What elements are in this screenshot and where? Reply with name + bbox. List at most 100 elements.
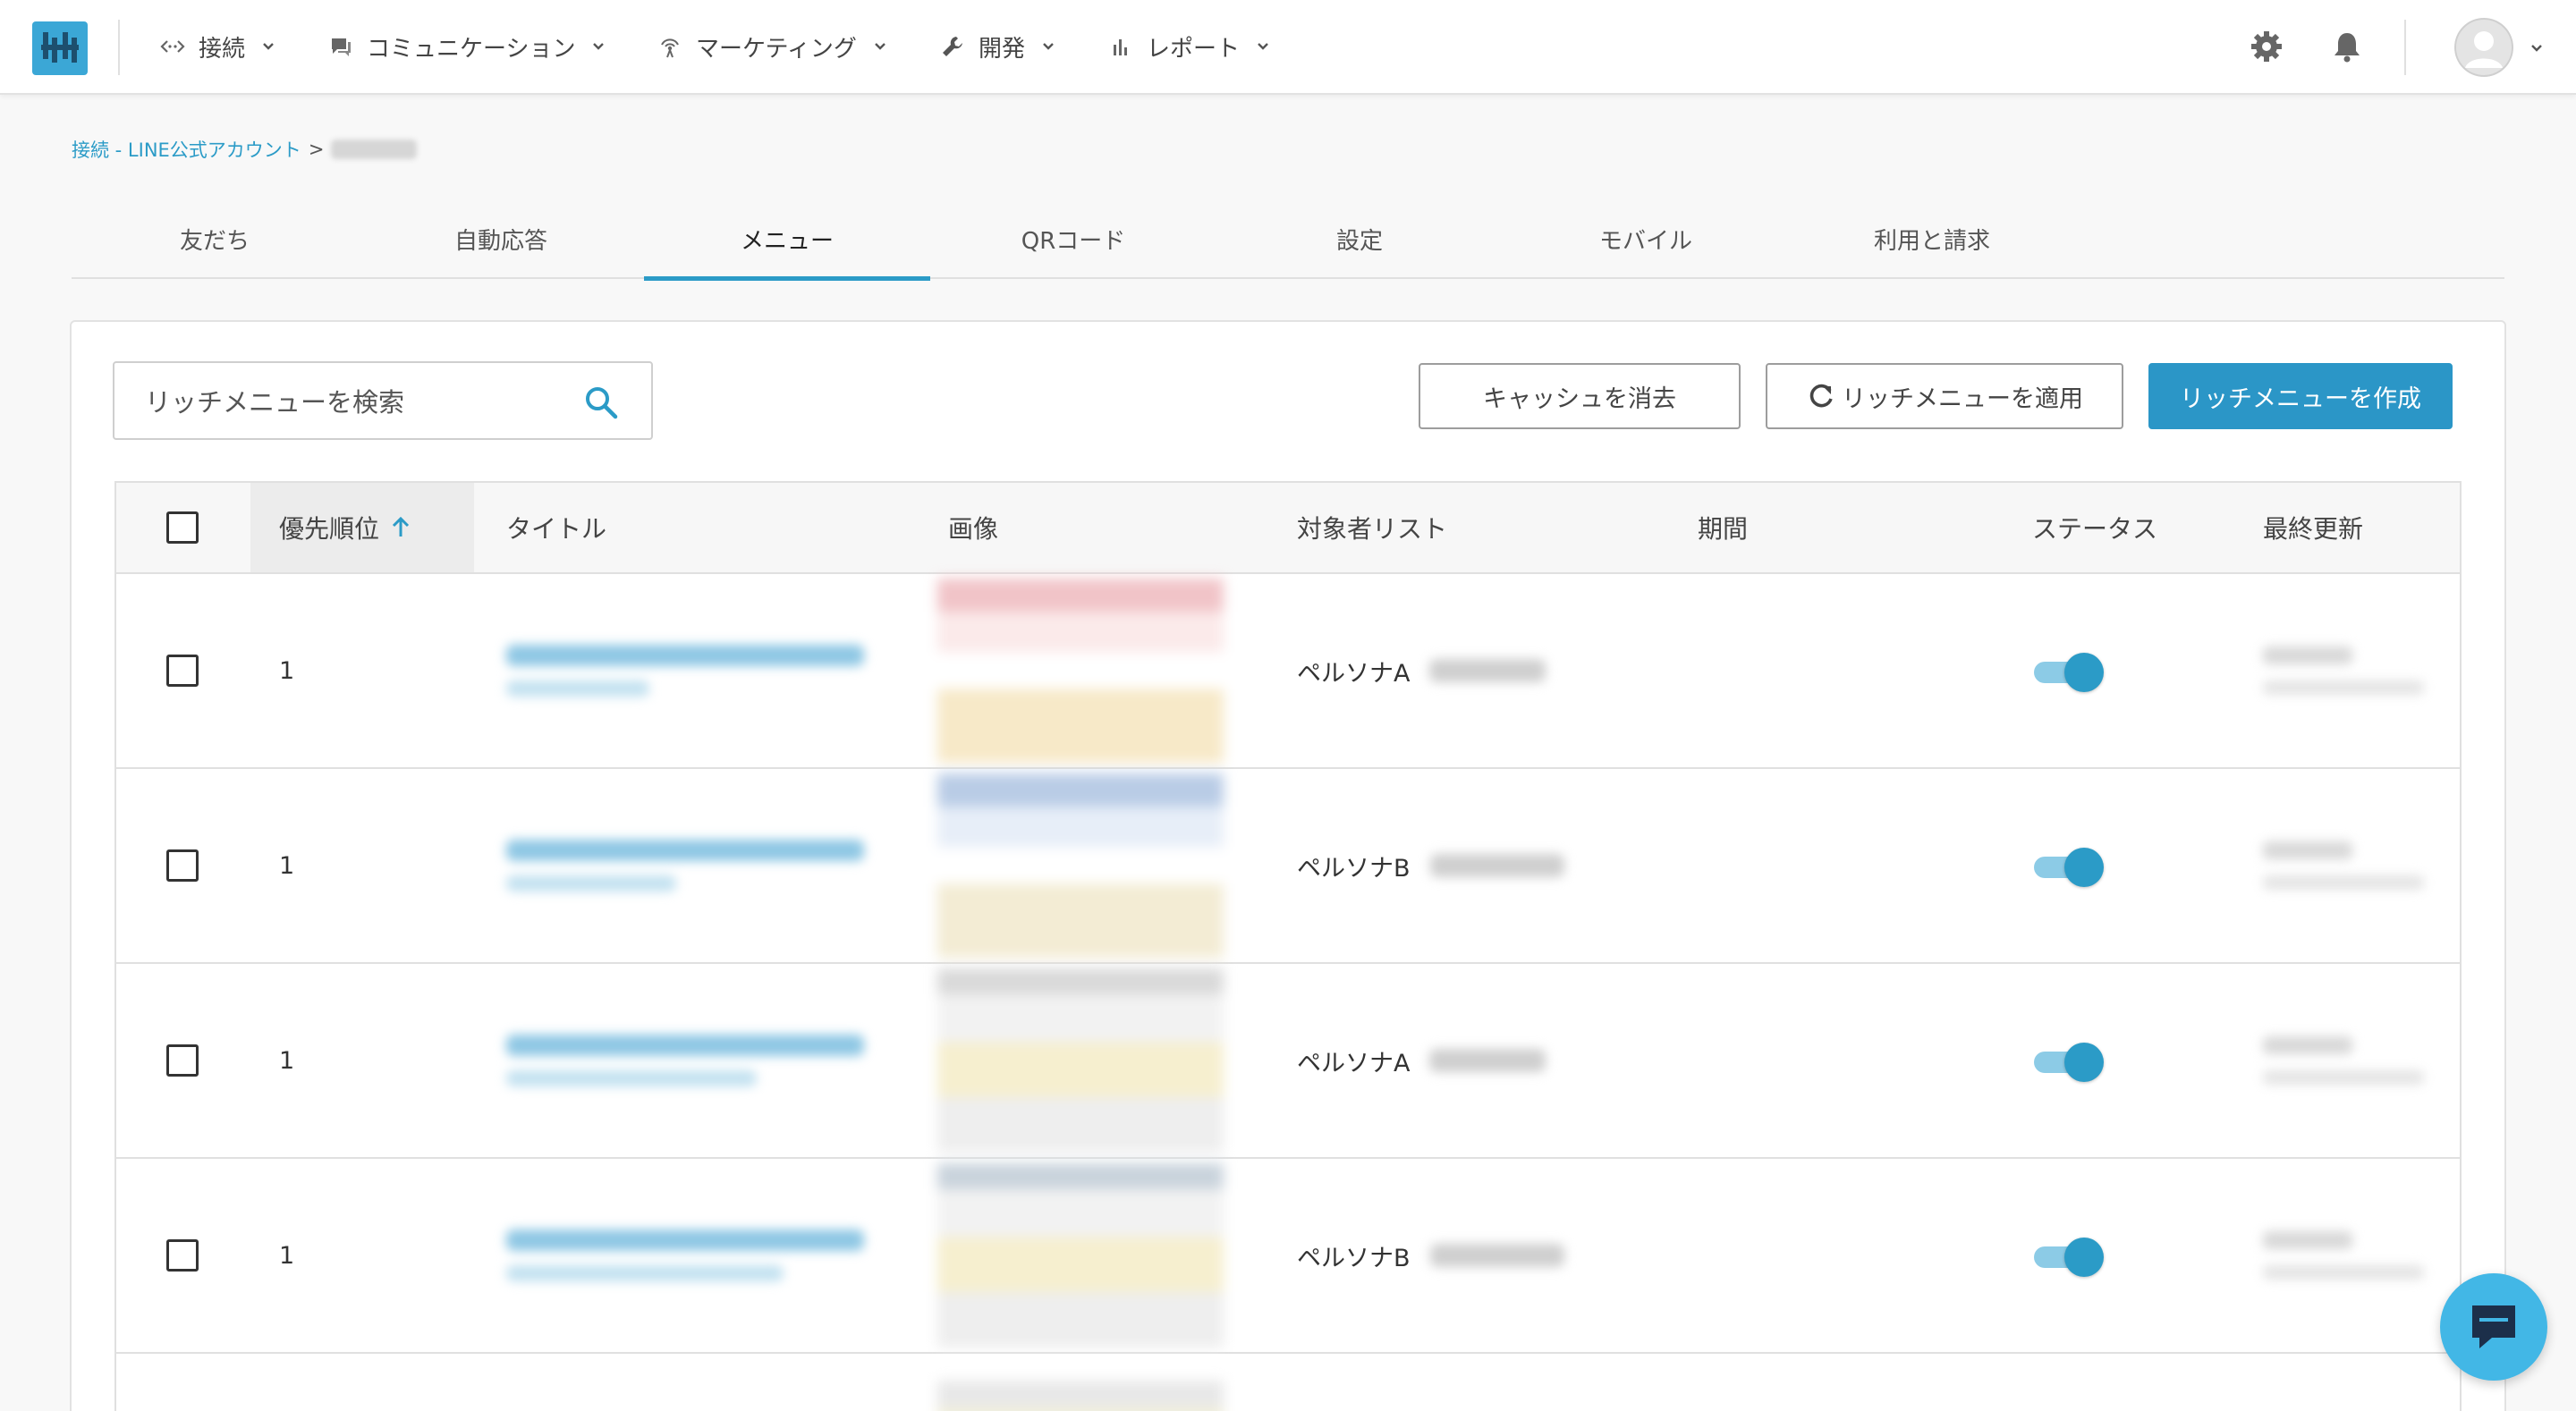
logo-icon [41, 32, 79, 63]
search-placeholder: リッチメニューを検索 [145, 387, 405, 418]
title-cell-redacted[interactable] [506, 574, 864, 767]
audience-cell: ペルソナB [1297, 1159, 1564, 1352]
nav-item-label: レポート [1147, 35, 1241, 63]
title-cell-redacted[interactable] [506, 1159, 864, 1352]
updated-cell-redacted [2263, 1159, 2424, 1352]
column-header-period[interactable]: 期間 [1698, 483, 1748, 572]
avatar-icon [2454, 18, 2513, 77]
search-input[interactable]: リッチメニューを検索 [113, 361, 653, 440]
table-row[interactable]: 1 ペルソナB [116, 769, 2460, 964]
app-logo[interactable] [32, 21, 88, 75]
row-checkbox-cell [166, 574, 199, 767]
priority-cell: 1 [279, 656, 295, 685]
audience-label: ペルソナB [1297, 1244, 1411, 1272]
menu-image-thumbnail [937, 574, 1224, 767]
column-header-status[interactable]: ステータス [2032, 483, 2157, 572]
table-row[interactable] [116, 1354, 2460, 1411]
nav-item-label: 開発 [979, 35, 1026, 63]
chevron-down-icon [1258, 43, 1268, 50]
chat-icon [327, 33, 354, 60]
status-toggle[interactable] [2034, 1159, 2104, 1352]
nav-item-label: 接続 [199, 35, 246, 63]
breadcrumb-link[interactable]: 接続 - LINE公式アカウント [72, 136, 301, 163]
updated-cell-redacted [2263, 574, 2424, 767]
table-row[interactable]: 1 ペルソナB [116, 1159, 2460, 1354]
chevron-down-icon [1043, 43, 1054, 50]
create-label: リッチメニューを作成 [2180, 384, 2421, 413]
row-checkbox-cell [166, 964, 199, 1157]
column-header-updated[interactable]: 最終更新 [2263, 483, 2363, 572]
tab-settings[interactable]: 設定 [1216, 199, 1503, 279]
select-all-checkbox-cell [166, 483, 199, 572]
nav-item-development[interactable]: 開発 [939, 27, 1057, 66]
column-header-image: 画像 [948, 514, 999, 544]
gear-icon[interactable] [2249, 29, 2284, 64]
title-cell-redacted[interactable] [506, 964, 864, 1157]
tab-billing[interactable]: 利用と請求 [1789, 199, 2075, 279]
audience-label: ペルソナB [1297, 854, 1411, 883]
priority-cell: 1 [279, 851, 295, 880]
priority-cell: 1 [279, 1046, 295, 1075]
apply-label: リッチメニューを適用 [1842, 384, 2083, 413]
row-checkbox[interactable] [166, 1044, 199, 1077]
tab-auto-reply[interactable]: 自動応答 [358, 199, 644, 279]
title-cell-redacted[interactable] [506, 769, 864, 962]
row-checkbox-cell [166, 1159, 199, 1352]
nav-item-marketing[interactable]: マーケティング [657, 27, 889, 66]
connection-icon [159, 33, 186, 60]
row-checkbox[interactable] [166, 849, 199, 882]
nav-item-label: コミュニケーション [367, 35, 576, 63]
chat-bubble-icon [2472, 1305, 2515, 1348]
sort-ascending-icon [392, 516, 410, 537]
bar-chart-icon [1107, 33, 1134, 60]
avatar[interactable] [2454, 18, 2513, 77]
nav-divider [2404, 20, 2406, 75]
tab-mobile[interactable]: モバイル [1503, 199, 1789, 279]
column-header-title[interactable]: タイトル [506, 483, 606, 572]
nav-divider [118, 20, 120, 75]
audience-label: ペルソナA [1297, 659, 1411, 688]
column-header-priority[interactable]: 優先順位 [250, 483, 474, 572]
tab-friends[interactable]: 友だち [72, 199, 358, 279]
rich-menu-table: 優先順位 タイトル 画像 対象者リスト 期間 ステータス 最終更新 1 ペルソナ… [114, 481, 2462, 1411]
status-toggle[interactable] [2034, 964, 2104, 1157]
chevron-down-icon[interactable] [2528, 39, 2546, 57]
nav-item-label: マーケティング [696, 35, 857, 63]
nav-item-reports[interactable]: レポート [1107, 27, 1272, 66]
nav-item-communication[interactable]: コミュニケーション [327, 27, 607, 66]
audience-cell: ペルソナA [1297, 964, 1546, 1157]
tab-qr-code[interactable]: QRコード [930, 199, 1216, 279]
broadcast-icon [657, 33, 683, 60]
priority-cell: 1 [279, 1241, 295, 1270]
column-header-audience[interactable]: 対象者リスト [1297, 483, 1447, 572]
create-rich-menu-button[interactable]: リッチメニューを作成 [2148, 363, 2453, 429]
chevron-down-icon [263, 43, 274, 50]
bell-icon[interactable] [2329, 29, 2365, 64]
chevron-down-icon [593, 43, 605, 50]
chat-support-button[interactable] [2440, 1273, 2547, 1381]
audience-label: ペルソナA [1297, 1049, 1411, 1077]
row-checkbox[interactable] [166, 1239, 199, 1272]
status-toggle[interactable] [2034, 574, 2104, 767]
wrench-icon [939, 33, 966, 60]
row-checkbox[interactable] [166, 655, 199, 687]
apply-rich-menu-button[interactable]: リッチメニューを適用 [1766, 363, 2123, 429]
breadcrumb-separator: > [308, 139, 325, 160]
tab-menu[interactable]: メニュー [644, 199, 930, 281]
menu-image-thumbnail [937, 1354, 1224, 1411]
search-icon[interactable] [583, 384, 619, 420]
table-row[interactable]: 1 ペルソナA [116, 574, 2460, 769]
audience-cell: ペルソナB [1297, 769, 1564, 962]
table-row[interactable]: 1 ペルソナA [116, 964, 2460, 1159]
breadcrumb-current-redacted [331, 139, 418, 159]
row-checkbox-cell [166, 769, 199, 962]
tab-bar: 友だち 自動応答 メニュー QRコード 設定 モバイル 利用と請求 [72, 199, 2504, 281]
clear-cache-label: キャッシュを消去 [1483, 384, 1676, 413]
status-toggle[interactable] [2034, 769, 2104, 962]
select-all-checkbox[interactable] [166, 511, 199, 544]
menu-image-thumbnail [937, 964, 1224, 1157]
clear-cache-button[interactable]: キャッシュを消去 [1419, 363, 1741, 429]
updated-cell-redacted [2263, 769, 2424, 962]
nav-item-connection[interactable]: 接続 [159, 27, 277, 66]
menu-image-thumbnail [937, 1159, 1224, 1352]
